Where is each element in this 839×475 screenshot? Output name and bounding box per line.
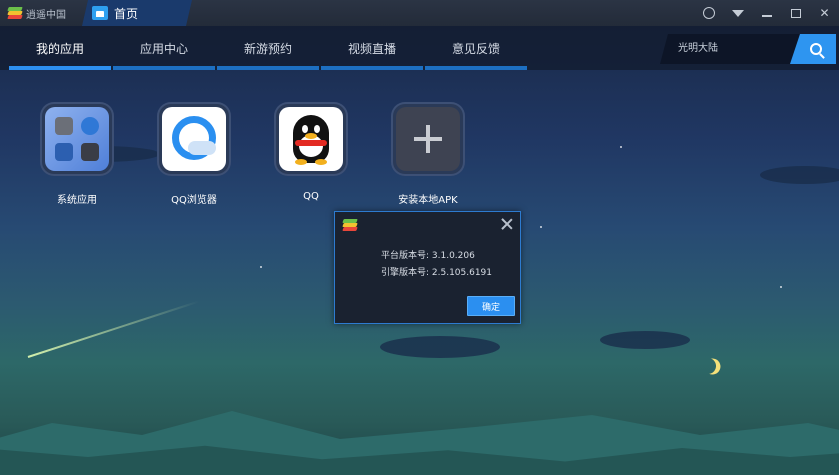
app-label: QQ浏览器: [171, 195, 217, 206]
maximize-button[interactable]: [781, 0, 810, 26]
version-dialog: 平台版本号: 3.1.0.206 引擎版本号: 2.5.105.6191 确定: [334, 211, 521, 324]
brand-label: 逍遥中国: [26, 9, 66, 21]
tab-my-apps[interactable]: 我的应用: [9, 26, 111, 70]
app-label: 安装本地APK: [398, 195, 458, 206]
app-system[interactable]: 系统应用: [22, 104, 132, 206]
comet-icon: [27, 300, 200, 358]
maximize-icon: [790, 8, 801, 18]
tab-new-games[interactable]: 新游预约: [217, 26, 319, 70]
app-qq-browser[interactable]: QQ浏览器: [139, 104, 249, 206]
menu-button[interactable]: [723, 0, 752, 26]
qq-browser-icon: [162, 107, 226, 171]
tab-feedback[interactable]: 意见反馈: [425, 26, 527, 70]
dialog-close-button[interactable]: [500, 217, 514, 231]
plus-icon: [396, 107, 460, 171]
app-tile[interactable]: [393, 104, 463, 174]
system-apps-icon: [45, 107, 109, 171]
home-icon: [92, 6, 108, 20]
app-logo-icon: [342, 219, 358, 231]
search-icon: [810, 43, 822, 55]
qq-penguin-icon: [279, 107, 343, 171]
window-controls: ✕: [694, 0, 839, 26]
title-bar: 逍遥中国 首页 ✕: [0, 0, 839, 26]
minimize-icon: [761, 15, 772, 17]
search-button[interactable]: [790, 34, 836, 64]
search-input[interactable]: [678, 41, 788, 52]
tab-live-video[interactable]: 视频直播: [321, 26, 423, 70]
app-tile[interactable]: [276, 104, 346, 174]
ok-button[interactable]: 确定: [467, 296, 515, 316]
close-icon: ✕: [819, 6, 830, 20]
brand-tab[interactable]: 逍遥中国: [0, 0, 80, 26]
app-tile[interactable]: [42, 104, 112, 174]
engine-version-text: 引擎版本号: 2.5.105.6191: [381, 268, 493, 278]
app-logo-icon: [7, 7, 23, 19]
moon-icon: [698, 356, 719, 377]
home-tab-label: 首页: [114, 6, 139, 21]
user-icon: [702, 7, 715, 19]
tab-app-center[interactable]: 应用中心: [113, 26, 215, 70]
app-qq[interactable]: QQ: [256, 104, 366, 202]
app-install-apk[interactable]: 安装本地APK: [373, 104, 483, 206]
app-tile[interactable]: [159, 104, 229, 174]
app-label: 系统应用: [57, 195, 97, 206]
platform-version-text: 平台版本号: 3.1.0.206: [381, 251, 475, 261]
search-box: [660, 34, 836, 64]
app-label: QQ: [303, 191, 319, 202]
minimize-button[interactable]: [752, 0, 781, 26]
close-window-button[interactable]: ✕: [810, 0, 839, 26]
user-button[interactable]: [694, 0, 723, 26]
home-tab[interactable]: 首页: [82, 0, 192, 26]
dropdown-menu-icon: [731, 9, 744, 17]
